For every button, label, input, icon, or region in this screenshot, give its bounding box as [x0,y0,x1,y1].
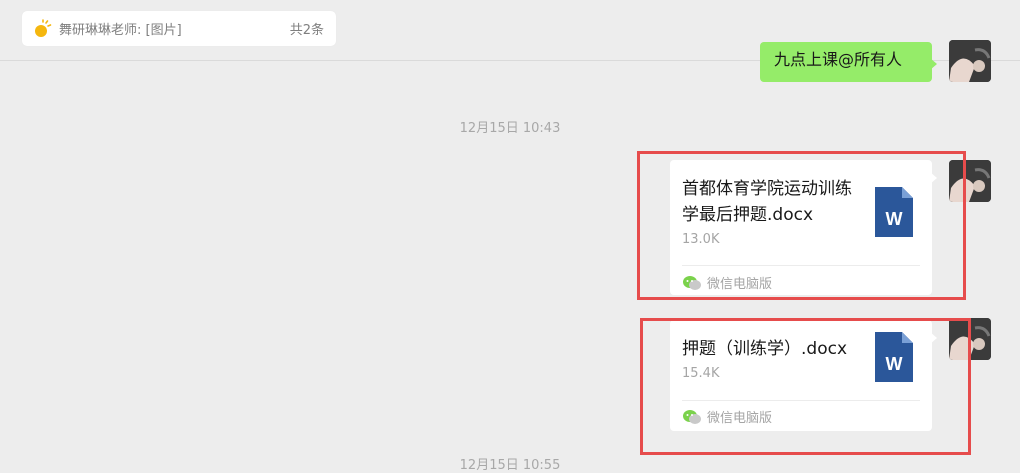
avatar-image [949,40,991,82]
source-label: 微信电脑版 [707,277,773,292]
svg-text:W: W [886,209,903,229]
file-size: 13.0K [682,232,720,247]
card-divider [682,400,920,401]
sun-pin-icon [35,18,52,37]
avatar-image [949,160,991,202]
sent-text-bubble[interactable]: 九点上课@所有人 [760,42,932,82]
word-document-icon: W [875,187,913,237]
source-label: 微信电脑版 [707,411,773,426]
source-row: 微信电脑版 [682,273,772,292]
sent-text-message: 九点上课@所有人 [774,50,903,69]
wechat-icon [683,275,701,290]
file-bubble-tail [930,172,937,184]
file-name: 押题（训练学）.docx [682,339,848,359]
message-timestamp: 12月15日 10:43 [459,121,561,136]
pinned-message-count[interactable]: 共2条 [290,19,324,38]
svg-text:W: W [886,354,903,374]
wechat-icon [683,409,701,424]
source-row: 微信电脑版 [682,407,772,426]
file-message-card[interactable]: 押题（训练学）.docx 15.4K W 微信电脑版 [670,320,932,431]
pinned-message-text: 舞研琳琳老师: [图片] [59,23,182,38]
avatar[interactable] [949,318,991,360]
card-divider [682,265,920,266]
pinned-message-bar[interactable]: 舞研琳琳老师: [图片] 共2条 [22,11,336,46]
avatar[interactable] [949,160,991,202]
file-size: 15.4K [682,366,720,381]
sent-bubble-tail [930,58,937,70]
file-name: 首都体育学院运动训练学最后押题.docx [682,179,852,225]
word-document-icon: W [875,332,913,382]
message-timestamp: 12月15日 10:55 [459,458,561,473]
avatar-image [949,318,991,360]
avatar[interactable] [949,40,991,82]
file-bubble-tail [930,332,937,344]
file-message-card[interactable]: 首都体育学院运动训练学最后押题.docx 13.0K W 微信电脑版 [670,160,932,295]
